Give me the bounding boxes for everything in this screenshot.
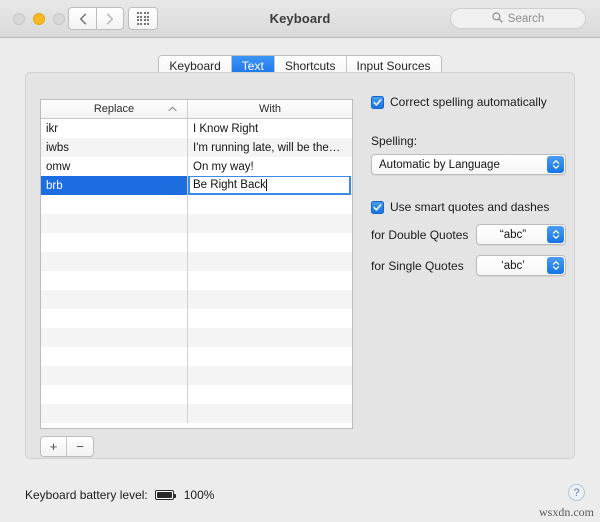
double-quotes-row: for Double Quotes “abc” [371,224,566,245]
help-button[interactable]: ? [568,484,585,501]
table-row[interactable]: omw On my way! [41,157,352,176]
options-column: Correct spelling automatically Spelling:… [371,95,566,276]
battery-status-row: Keyboard battery level: 100% [25,488,214,502]
spelling-value: Automatic by Language [379,158,500,171]
cell-with: On my way! [193,160,254,173]
with-editor-value: Be Right Back [193,179,266,191]
keyboard-preferences-window: Keyboard Search Keyboard Text Shortcuts … [0,0,600,522]
table-row-empty[interactable] [41,271,352,290]
spelling-label: Spelling: [371,134,418,148]
cell-with[interactable]: Be Right Back [188,176,352,195]
table-row-empty[interactable] [41,366,352,385]
double-quotes-label: for Double Quotes [371,227,469,242]
smart-quotes-label: Use smart quotes and dashes [390,200,550,214]
column-header-replace[interactable]: Replace [41,100,188,118]
single-quotes-row: for Single Quotes ‘abc’ [371,255,566,276]
single-quotes-label: for Single Quotes [371,258,464,273]
battery-label: Keyboard battery level: [25,488,148,502]
table-row[interactable]: ikr I Know Right [41,119,352,138]
spelling-popup-button[interactable]: Automatic by Language [371,154,566,175]
table-row[interactable]: iwbs I'm running late, will be the… [41,138,352,157]
cell-replace: ikr [41,119,188,138]
chevron-updown-icon [547,156,564,173]
table-row-empty[interactable] [41,252,352,271]
cell-replace: brb [41,176,188,195]
search-placeholder: Search [507,12,545,25]
table-row-empty[interactable] [41,328,352,347]
with-text-editor[interactable]: Be Right Back [188,176,351,195]
table-row-empty[interactable] [41,385,352,404]
search-icon [492,10,503,28]
add-replacement-button[interactable]: + [41,437,67,456]
table-row-empty[interactable] [41,347,352,366]
double-quotes-popup-button[interactable]: “abc” [476,224,566,245]
text-replacement-table[interactable]: Replace With ikr I Know Right iwbs I'm r… [40,99,353,429]
text-preferences-panel: Replace With ikr I Know Right iwbs I'm r… [25,72,575,459]
chevron-updown-icon [547,226,564,243]
table-body: ikr I Know Right iwbs I'm running late, … [41,119,352,428]
column-header-with-label: With [259,103,281,115]
chevron-up-icon [168,103,177,115]
column-header-with[interactable]: With [188,100,352,118]
smart-quotes-checkbox[interactable] [371,200,384,214]
correct-spelling-row[interactable]: Correct spelling automatically [371,95,566,109]
table-row-empty[interactable] [41,214,352,233]
battery-full-icon [154,490,176,500]
cell-replace: iwbs [41,138,188,157]
table-row-empty[interactable] [41,290,352,309]
table-row-empty[interactable] [41,195,352,214]
single-quotes-popup-button[interactable]: ‘abc’ [476,255,566,276]
search-input[interactable]: Search [450,8,586,29]
table-row-empty[interactable] [41,404,352,423]
table-action-buttons: + − [40,436,94,457]
table-row-empty[interactable] [41,309,352,328]
window-titlebar: Keyboard Search [0,0,600,38]
correct-spelling-checkbox[interactable] [371,95,384,109]
battery-percent: 100% [183,488,215,502]
remove-replacement-button[interactable]: − [67,437,93,456]
cell-with: I'm running late, will be the… [193,141,341,154]
correct-spelling-label: Correct spelling automatically [390,95,547,109]
table-row-selected[interactable]: brb Be Right Back [41,176,352,195]
cell-replace: omw [41,157,188,176]
chevron-updown-icon [547,257,564,274]
table-header-row: Replace With [41,100,352,119]
checkmark-icon [373,98,382,106]
cell-with: I Know Right [193,122,259,135]
column-header-replace-label: Replace [93,103,135,115]
table-row-empty[interactable] [41,233,352,252]
smart-quotes-row[interactable]: Use smart quotes and dashes [371,200,566,214]
watermark: wsxdn.com [539,505,594,519]
checkmark-icon [373,203,382,211]
text-caret [265,179,267,191]
